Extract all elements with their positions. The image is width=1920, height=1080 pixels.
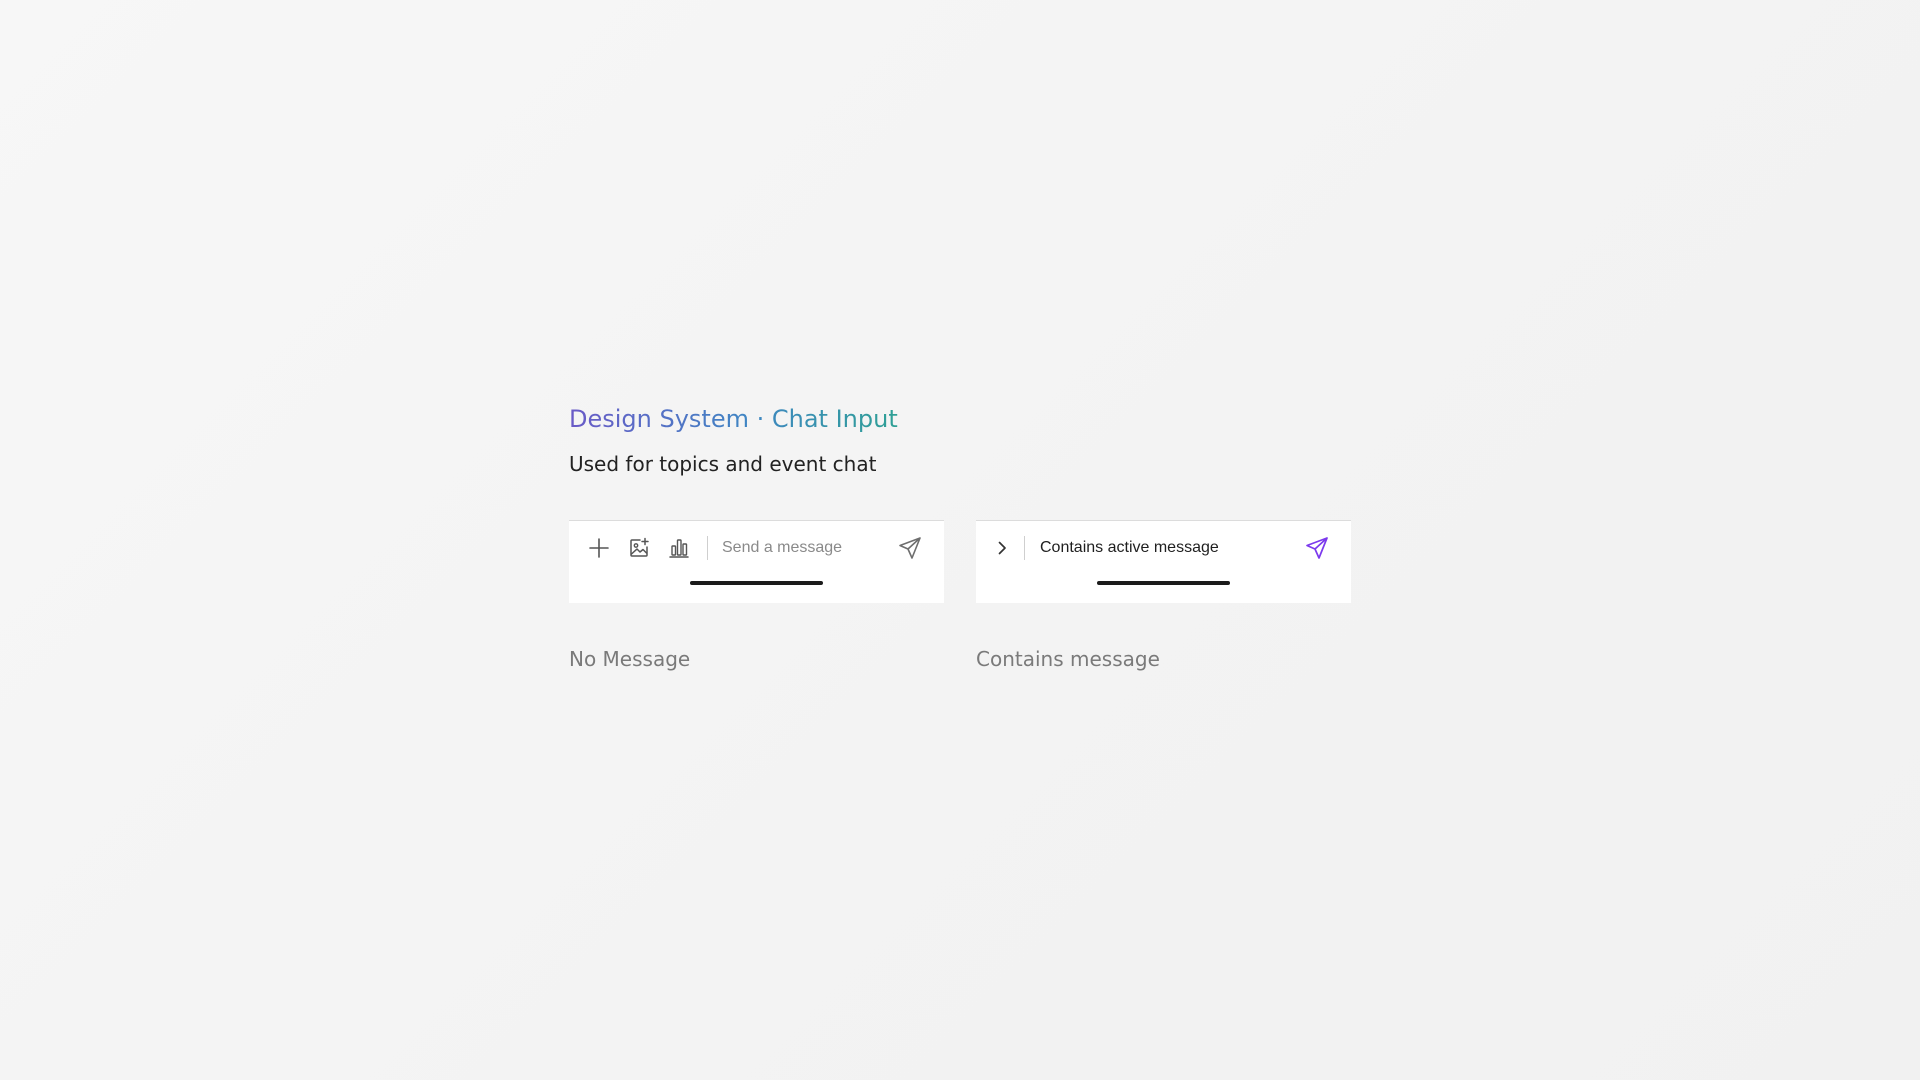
home-indicator	[690, 581, 823, 585]
send-icon[interactable]	[898, 536, 922, 560]
chat-input-row: Contains active message	[976, 533, 1351, 563]
home-indicator	[1097, 581, 1230, 585]
bar-chart-icon[interactable]	[667, 536, 691, 560]
chevron-right-icon[interactable]	[990, 536, 1014, 560]
input-divider	[707, 536, 708, 560]
variant-caption: No Message	[569, 647, 691, 671]
page-title: Design System · Chat Input	[569, 402, 898, 436]
image-add-icon[interactable]	[627, 536, 651, 560]
chat-input-row: Send a message	[569, 533, 944, 563]
send-icon[interactable]	[1305, 536, 1329, 560]
chat-input-active: Contains active message	[976, 520, 1351, 603]
chat-input-empty: Send a message	[569, 520, 944, 603]
variant-caption: Contains message	[976, 647, 1160, 671]
variant-no-message: Send a message No Message	[569, 520, 944, 673]
variants-row: Send a message No Message Contains activ…	[569, 520, 1351, 673]
variant-contains-message: Contains active message Contains message	[976, 520, 1351, 673]
design-system-frame: Design System · Chat Input Used for topi…	[569, 402, 1351, 673]
input-divider	[1024, 536, 1025, 560]
message-input[interactable]: Contains active message	[1040, 539, 1219, 557]
plus-icon[interactable]	[587, 536, 611, 560]
page-subtitle: Used for topics and event chat	[569, 452, 877, 476]
message-input[interactable]: Send a message	[722, 539, 842, 557]
